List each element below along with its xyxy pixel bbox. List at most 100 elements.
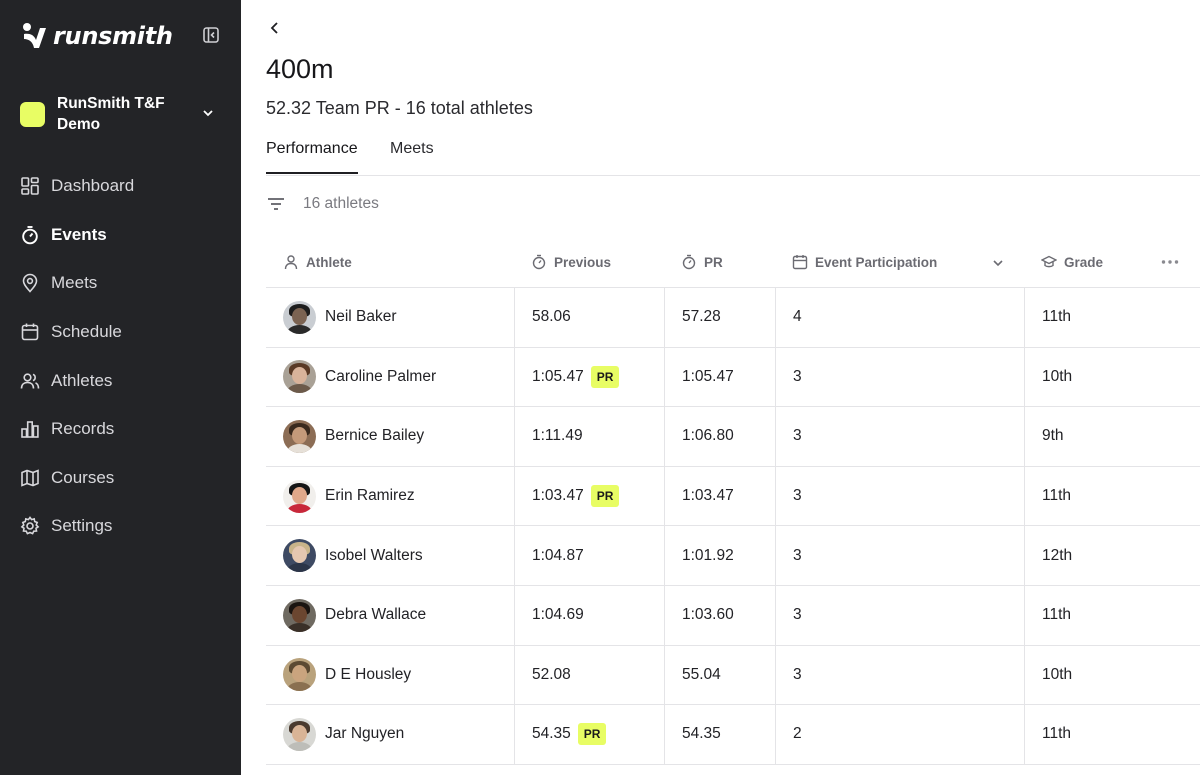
participation-count: 3 [793, 487, 802, 505]
athlete-name[interactable]: Isobel Walters [325, 547, 423, 565]
brand-name: runsmith [53, 22, 173, 50]
pr-time: 1:03.60 [682, 606, 734, 624]
avatar [283, 479, 316, 513]
sidebar-item-schedule[interactable]: Schedule [20, 308, 230, 357]
participation-count: 2 [793, 725, 802, 743]
sidebar-item-dashboard[interactable]: Dashboard [20, 162, 230, 211]
table-row[interactable]: Jar Nguyen 54.35 PR 54.35 2 11th [266, 705, 1200, 765]
table-row[interactable]: Neil Baker 58.06 57.28 4 11th [266, 288, 1200, 348]
pr-time: 55.04 [682, 665, 721, 683]
participation-cell: 3 [775, 347, 1024, 407]
participation-cell: 3 [775, 645, 1024, 705]
participation-count: 3 [793, 427, 802, 445]
org-switcher[interactable]: RunSmith T&F Demo [20, 92, 220, 136]
bar-chart-icon [21, 421, 39, 439]
collapse-sidebar-icon[interactable] [201, 25, 221, 45]
sidebar-item-label: Schedule [51, 322, 122, 342]
sidebar-item-events[interactable]: Events [20, 211, 230, 260]
users-icon [20, 373, 40, 389]
table-row[interactable]: Caroline Palmer 1:05.47 PR 1:05.47 3 10th [266, 347, 1200, 408]
sidebar-item-settings[interactable]: Settings [20, 502, 230, 551]
column-header-label: Grade [1064, 254, 1104, 270]
pr-time: 54.35 [682, 725, 721, 743]
athlete-name[interactable]: Erin Ramirez [325, 487, 415, 505]
column-header-participation[interactable]: Event Participation [792, 254, 937, 270]
main-content: 400m 52.32 Team PR - 16 total athletes P… [241, 0, 1200, 775]
column-header-pr[interactable]: PR [681, 254, 723, 270]
athlete-cell: Isobel Walters [266, 526, 514, 585]
table-row[interactable]: Bernice Bailey 1:11.49 1:06.80 3 9th [266, 407, 1200, 467]
pr-cell: 57.28 [664, 288, 775, 347]
participation-count: 4 [793, 308, 802, 326]
sidebar-item-athletes[interactable]: Athletes [20, 356, 230, 405]
athlete-cell: Caroline Palmer [266, 348, 514, 407]
tab-performance[interactable]: Performance [266, 140, 358, 174]
filter-icon[interactable] [266, 194, 286, 214]
grade-value: 10th [1042, 367, 1073, 385]
sidebar-item-label: Athletes [51, 370, 113, 390]
athlete-name[interactable]: Debra Wallace [325, 606, 426, 624]
filter-bar: 16 athletes [266, 192, 379, 216]
column-header-previous[interactable]: Previous [531, 254, 611, 270]
participation-cell: 3 [775, 585, 1024, 645]
pr-badge: PR [590, 365, 620, 388]
athlete-name[interactable]: Neil Baker [325, 308, 397, 326]
grade-value: 11th [1042, 725, 1072, 743]
table-row[interactable]: Erin Ramirez 1:03.47 PR 1:03.47 3 11th [266, 466, 1200, 527]
pr-cell: 54.35 [664, 705, 775, 764]
participation-cell: 3 [775, 526, 1024, 585]
table-row[interactable]: Debra Wallace 1:04.69 1:03.60 3 11th [266, 585, 1200, 646]
previous-time: 54.35 [532, 725, 571, 743]
pr-time: 1:06.80 [682, 427, 734, 445]
athlete-cell: Jar Nguyen [266, 705, 514, 764]
map-pin-icon [22, 274, 38, 294]
participation-count: 3 [793, 665, 802, 683]
grade-value: 11th [1042, 606, 1072, 624]
previous-time: 1:11.49 [532, 427, 583, 445]
sidebar-item-label: Settings [51, 516, 113, 536]
table-header: Athlete Previous PR Event Participation [266, 240, 1200, 288]
sidebar-item-courses[interactable]: Courses [20, 454, 230, 503]
more-horizontal-icon[interactable] [1160, 254, 1180, 270]
page-title: 400m [266, 54, 334, 84]
participation-cell: 4 [775, 288, 1024, 347]
gear-icon [20, 516, 40, 536]
org-logo [20, 101, 45, 127]
previous-cell: 1:03.47 PR [514, 466, 664, 526]
grade-cell: 9th [1024, 407, 1200, 466]
table-row[interactable]: Isobel Walters 1:04.87 1:01.92 3 12th [266, 526, 1200, 586]
column-header-athlete[interactable]: Athlete [283, 254, 352, 270]
sidebar-item-label: Courses [51, 467, 115, 487]
dashboard-icon [21, 177, 39, 196]
pr-cell: 1:03.60 [664, 585, 775, 645]
brand[interactable]: runsmith [22, 22, 173, 50]
athlete-name[interactable]: Jar Nguyen [325, 725, 404, 743]
sidebar-item-meets[interactable]: Meets [20, 259, 230, 308]
sidebar-item-records[interactable]: Records [20, 405, 230, 454]
stopwatch-icon [532, 254, 546, 270]
grade-cell: 11th [1024, 288, 1200, 347]
grade-cell: 10th [1024, 347, 1200, 407]
previous-cell: 1:11.49 [514, 407, 664, 466]
back-chevron-icon[interactable] [266, 18, 284, 38]
avatar [283, 419, 316, 453]
pr-badge: PR [590, 485, 620, 508]
sidebar-item-label: Dashboard [51, 176, 135, 196]
chevron-down-icon[interactable] [991, 256, 1005, 270]
athlete-name[interactable]: Caroline Palmer [325, 368, 436, 386]
column-header-grade[interactable]: Grade [1041, 254, 1103, 270]
tab-meets[interactable]: Meets [390, 140, 434, 172]
grade-value: 12th [1042, 546, 1073, 564]
athlete-cell: D E Housley [266, 646, 514, 705]
participation-cell: 3 [775, 466, 1024, 526]
athlete-cell: Bernice Bailey [266, 407, 514, 466]
pr-time: 1:01.92 [682, 546, 734, 564]
stopwatch-icon [682, 254, 696, 270]
athlete-name[interactable]: D E Housley [325, 666, 411, 684]
sidebar-nav: Dashboard Events Meets Schedule Athletes… [20, 162, 230, 551]
previous-cell: 52.08 [514, 645, 664, 705]
table-row[interactable]: D E Housley 52.08 55.04 3 10th [266, 645, 1200, 706]
athlete-name[interactable]: Bernice Bailey [325, 427, 424, 445]
participation-count: 3 [793, 546, 802, 564]
pr-time: 57.28 [682, 308, 721, 326]
